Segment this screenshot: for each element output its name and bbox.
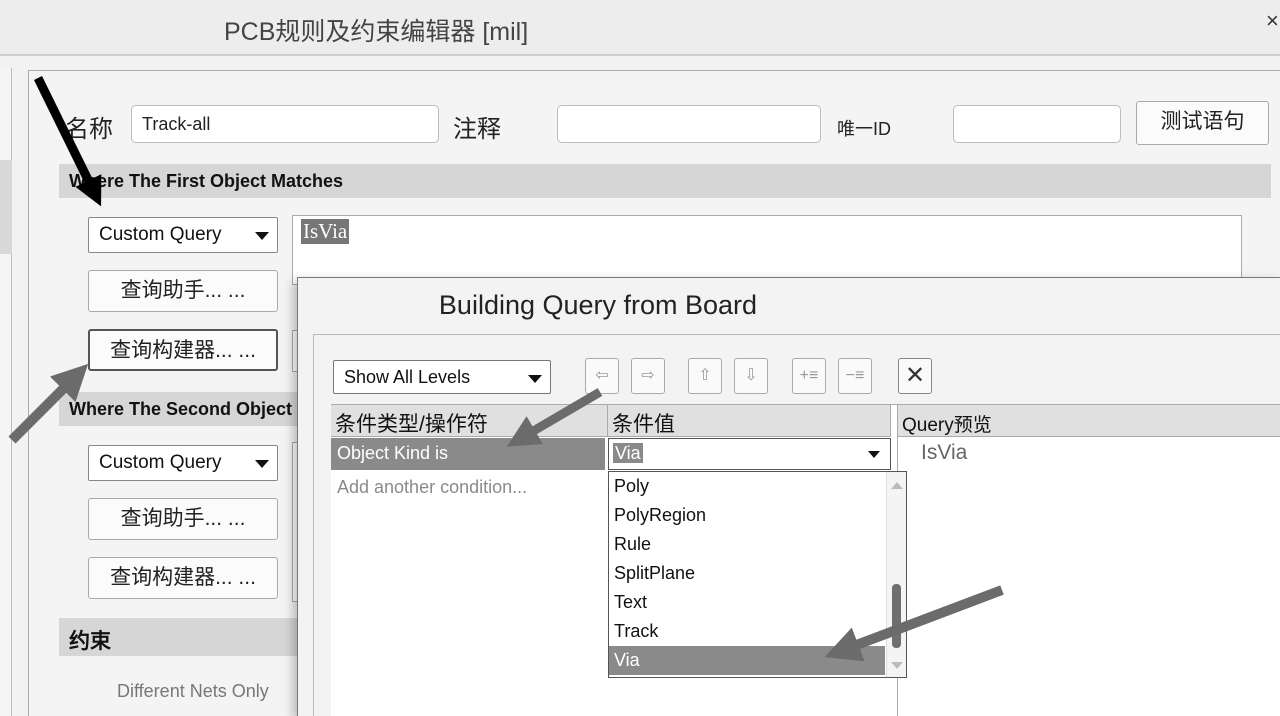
uid-label: 唯一ID	[837, 119, 891, 139]
move-right-button[interactable]: ⇨	[631, 358, 665, 394]
dropdown-scrollbar[interactable]	[886, 472, 906, 677]
second-query-helper-button[interactable]: 查询助手... ...	[88, 498, 278, 540]
levels-combo[interactable]: Show All Levels	[333, 360, 551, 394]
dropdown-option[interactable]: Track	[609, 617, 885, 646]
constraints-header: 约束	[59, 618, 301, 656]
name-field[interactable]: Track-all	[131, 105, 439, 143]
second-object-header: Where The Second Object Matches	[59, 392, 301, 426]
different-nets-label: Different Nets Only	[117, 681, 269, 701]
first-mode-value: Custom Query	[99, 224, 222, 245]
uid-field[interactable]	[953, 105, 1121, 143]
tree-selection[interactable]	[0, 160, 12, 254]
dropdown-option[interactable]: SplitPlane	[609, 559, 885, 588]
dropdown-option[interactable]: Rule	[609, 530, 885, 559]
query-preview-text: IsVia	[921, 441, 968, 464]
window-title: PCB规则及约束编辑器 [mil]	[224, 18, 529, 46]
dropdown-option[interactable]: PolyRegion	[609, 501, 885, 530]
dialog-title: Building Query from Board	[438, 290, 758, 320]
first-query-text: IsVia	[301, 219, 350, 244]
col-value-header: 条件值	[608, 405, 891, 437]
value-dropdown-list[interactable]: Poly PolyRegion Rule SplitPlane Text Tra…	[608, 471, 907, 678]
query-builder-dialog: Building Query from Board Show All Level…	[297, 277, 1280, 716]
delete-button[interactable]: ✕	[898, 358, 932, 394]
condition-value-combo[interactable]: Via	[608, 438, 891, 470]
dropdown-option[interactable]: Poly	[609, 472, 885, 501]
dropdown-option[interactable]: Text	[609, 588, 885, 617]
chevron-down-icon	[255, 232, 269, 240]
first-query-helper-button[interactable]: 查询助手... ...	[88, 270, 278, 312]
arrow-down-icon: ⇩	[744, 367, 758, 384]
first-object-header: Where The First Object Matches	[59, 164, 1271, 198]
chevron-down-icon	[255, 460, 269, 468]
name-label: 名称	[65, 116, 113, 143]
close-icon[interactable]: ×	[1266, 8, 1279, 34]
second-mode-value: Custom Query	[99, 452, 222, 473]
condition-value: Via	[613, 443, 643, 463]
move-left-button[interactable]: ⇦	[585, 358, 619, 394]
scroll-up-icon[interactable]	[891, 482, 903, 489]
first-query-builder-button[interactable]: 查询构建器... ...	[88, 329, 278, 371]
add-list-icon: +≡	[799, 367, 819, 384]
move-down-button[interactable]: ⇩	[734, 358, 768, 394]
col-condition-header: 条件类型/操作符	[331, 405, 608, 437]
second-mode-combo[interactable]: Custom Query	[88, 445, 278, 481]
col-preview-header: Query预览	[898, 405, 1280, 437]
left-tree-panel	[0, 68, 12, 716]
title-bar: PCB规则及约束编辑器 [mil] ×	[0, 0, 1280, 56]
remove-list-icon: −≡	[845, 367, 865, 384]
comment-label: 注释	[453, 116, 501, 143]
test-query-button[interactable]: 测试语句	[1136, 101, 1269, 145]
remove-level-button[interactable]: −≡	[838, 358, 872, 394]
add-condition-link[interactable]: Add another condition...	[337, 477, 527, 498]
first-mode-combo[interactable]: Custom Query	[88, 217, 278, 253]
condition-row[interactable]: Object Kind is	[331, 438, 605, 470]
levels-value: Show All Levels	[344, 367, 471, 387]
scroll-down-icon[interactable]	[891, 662, 903, 669]
chevron-down-icon	[528, 375, 542, 383]
add-level-button[interactable]: +≡	[792, 358, 826, 394]
move-up-button[interactable]: ⇧	[688, 358, 722, 394]
first-query-editor[interactable]: IsVia	[292, 215, 1242, 285]
close-icon: ✕	[904, 362, 926, 389]
dropdown-option-selected[interactable]: Via	[609, 646, 885, 675]
arrow-right-icon: ⇨	[641, 367, 655, 384]
chevron-down-icon	[868, 451, 880, 458]
scroll-thumb[interactable]	[892, 584, 901, 648]
arrow-up-icon: ⇧	[698, 367, 712, 384]
second-query-builder-button[interactable]: 查询构建器... ...	[88, 557, 278, 599]
comment-field[interactable]	[557, 105, 821, 143]
arrow-left-icon: ⇦	[595, 367, 609, 384]
